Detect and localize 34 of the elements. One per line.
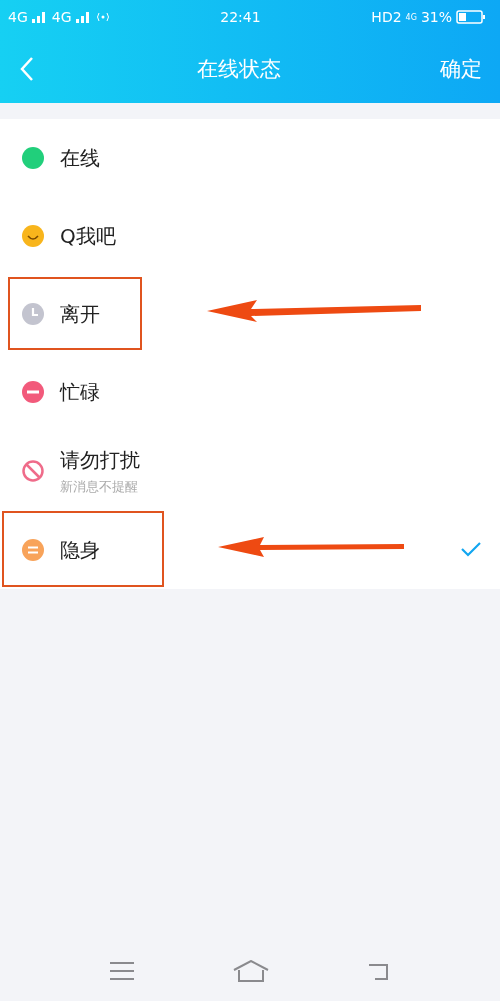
page-title: 在线状态 [197, 55, 281, 83]
status-option[interactable]: Q我吧 [0, 197, 500, 275]
signal-icon [75, 11, 92, 23]
status-option[interactable]: 忙碌 [0, 353, 500, 431]
network-label: 4G [8, 9, 28, 25]
status-option[interactable]: 离开 [0, 275, 500, 353]
network-label: 4G [405, 13, 417, 22]
status-subtitle: 新消息不提醒 [60, 477, 139, 496]
minus-circle-icon [22, 381, 44, 403]
battery-percent: 31% [420, 9, 452, 25]
battery-icon [456, 10, 486, 24]
status-label: 忙碌 [60, 378, 100, 406]
smiley-icon [22, 225, 44, 247]
network-label: 4G [51, 9, 72, 25]
home-icon[interactable] [233, 960, 269, 982]
status-label: 在线 [60, 144, 100, 172]
status-option[interactable]: 隐身 [0, 511, 500, 589]
status-label: 离开 [60, 300, 100, 328]
status-label: 请勿打扰 [60, 446, 140, 474]
clock-time: 22:41 [220, 9, 261, 25]
signal-icon [31, 11, 48, 23]
status-label: 隐身 [60, 536, 100, 564]
status-option[interactable]: 在线 [0, 119, 500, 197]
hotspot-icon [95, 11, 110, 23]
status-option[interactable]: 请勿打扰 新消息不提醒 [0, 431, 500, 511]
equals-circle-icon [22, 539, 44, 561]
back-icon [20, 55, 34, 82]
back-nav-icon[interactable] [367, 961, 391, 981]
hd-label: HD2 [371, 9, 402, 25]
clock-icon [22, 303, 44, 325]
online-dot-icon [22, 147, 44, 169]
no-entry-icon [22, 460, 44, 482]
menu-icon[interactable] [109, 961, 135, 981]
status-label: Q我吧 [60, 222, 116, 250]
